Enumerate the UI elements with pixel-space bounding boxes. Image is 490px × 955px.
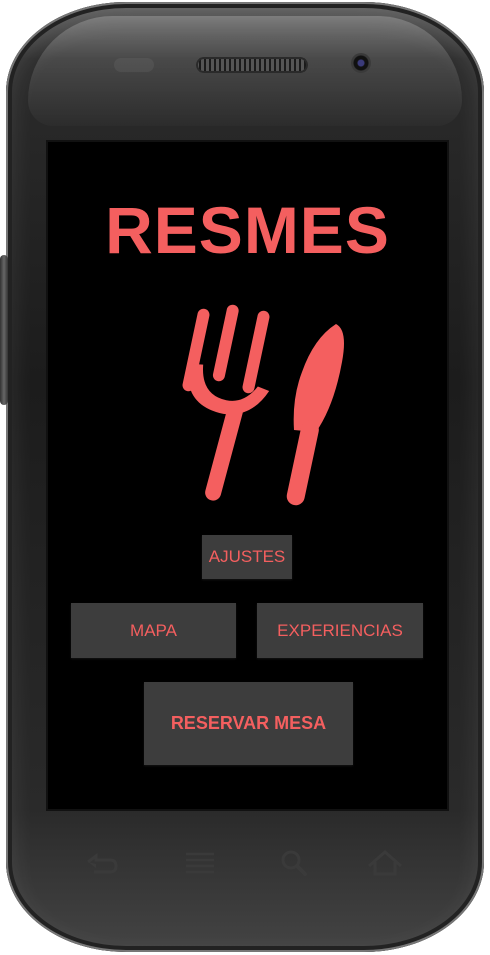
experiences-button[interactable]: EXPERIENCIAS [257,603,423,658]
app-screen: RESMES AJUSTES MAPA EXPERIENCIAS RESERVA… [48,142,447,809]
map-button[interactable]: MAPA [71,603,236,658]
home-icon[interactable] [355,840,415,890]
earpiece-speaker [196,57,308,73]
front-camera [351,53,371,73]
reserve-table-button[interactable]: RESERVAR MESA [144,682,353,765]
search-icon[interactable] [265,840,325,890]
settings-button[interactable]: AJUSTES [202,535,292,579]
menu-icon[interactable] [170,840,230,890]
back-icon[interactable] [70,840,130,890]
app-title: RESMES [105,193,390,267]
volume-button[interactable] [0,255,8,405]
proximity-sensor [114,58,154,72]
device-nav-bar [60,840,430,890]
fork-knife-icon [182,304,344,506]
